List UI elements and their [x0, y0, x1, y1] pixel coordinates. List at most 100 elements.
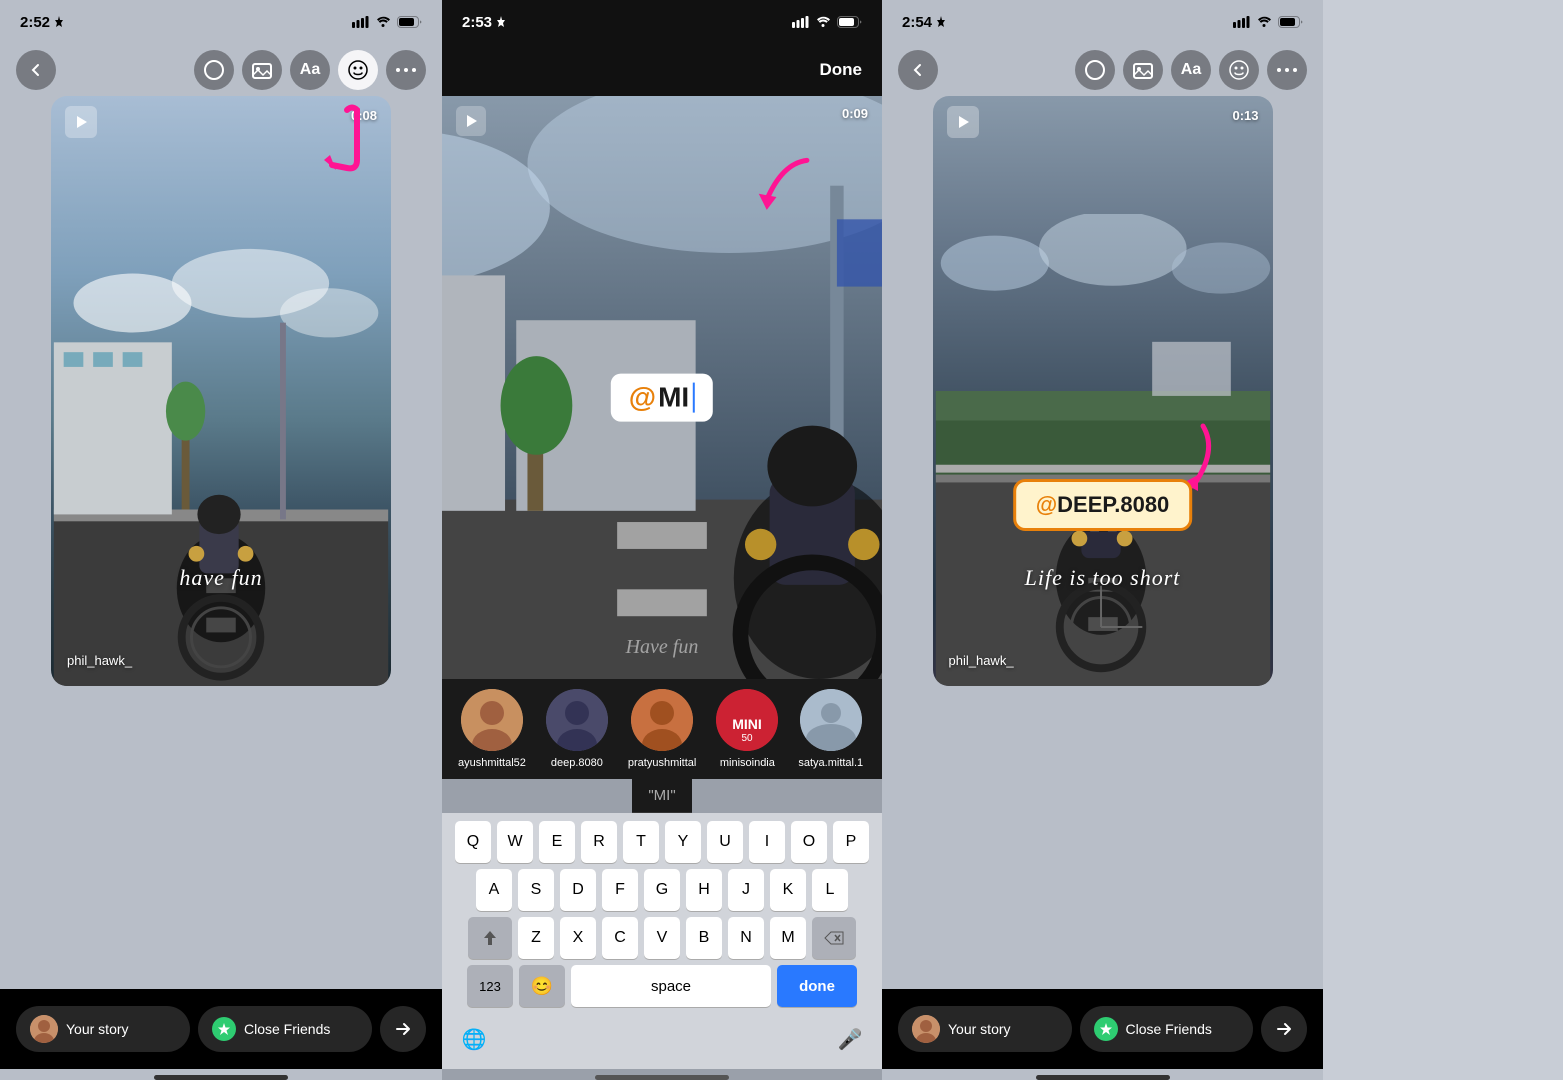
suggestion-pratyush[interactable]: pratyushmittal — [628, 689, 696, 769]
key-y[interactable]: Y — [665, 821, 701, 863]
circle-icon-btn-r[interactable] — [1075, 50, 1115, 90]
status-icons-right — [1233, 16, 1303, 28]
more-icon-btn-r[interactable] — [1267, 50, 1307, 90]
gallery-icon-btn[interactable] — [242, 50, 282, 90]
key-b[interactable]: B — [686, 917, 722, 959]
green-star-left — [212, 1017, 236, 1041]
circle-icon-btn[interactable] — [194, 50, 234, 90]
story-duration-mid: 0:09 — [842, 106, 868, 121]
close-friends-label-left: Close Friends — [244, 1021, 330, 1037]
keyboard-bottom-row: 123 😊 space done — [446, 965, 878, 1007]
status-bar-mid: 2:53 — [442, 0, 882, 44]
story-avatar-right — [912, 1015, 940, 1043]
your-story-btn-left[interactable]: Your story — [16, 1006, 190, 1052]
send-btn-right[interactable] — [1261, 1006, 1307, 1052]
toolbar-left: Aa — [0, 44, 442, 96]
key-delete[interactable] — [812, 917, 856, 959]
sticker-icon-btn[interactable] — [338, 50, 378, 90]
key-space[interactable]: space — [571, 965, 771, 1007]
story-duration-right: 0:13 — [1232, 108, 1258, 123]
story-avatar-left — [30, 1015, 58, 1043]
key-w[interactable]: W — [497, 821, 533, 863]
key-done[interactable]: done — [777, 965, 857, 1007]
mid-panel: 2:53 Done — [442, 0, 882, 1080]
story-text-right: Life is too short — [933, 565, 1273, 591]
suggestion-deep8080[interactable]: deep.8080 — [546, 689, 608, 769]
key-q[interactable]: Q — [455, 821, 491, 863]
key-d[interactable]: D — [560, 869, 596, 911]
key-e[interactable]: E — [539, 821, 575, 863]
status-time-right: 2:54 — [902, 14, 946, 31]
keyboard-row1: Q W E R T Y U I O P — [446, 821, 878, 863]
story-card-mid: 0:09 Have fun @ MI — [442, 96, 882, 679]
key-o[interactable]: O — [791, 821, 827, 863]
key-s[interactable]: S — [518, 869, 554, 911]
key-t[interactable]: T — [623, 821, 659, 863]
mic-icon[interactable]: 🎤 — [830, 1019, 870, 1059]
suggestion-ayushmittal[interactable]: ayushmittal52 — [458, 689, 526, 769]
key-shift[interactable] — [468, 917, 512, 959]
keyboard-extra-row: 🌐 🎤 — [446, 1013, 878, 1065]
key-h[interactable]: H — [686, 869, 722, 911]
toolbar-mid: Done — [442, 44, 882, 96]
back-button-left[interactable] — [16, 50, 56, 90]
pink-arrow-left — [302, 100, 362, 185]
status-bar-right: 2:54 — [882, 0, 1323, 44]
close-friends-btn-left[interactable]: Close Friends — [198, 1006, 372, 1052]
key-123[interactable]: 123 — [467, 965, 513, 1007]
mention-tag-right[interactable]: @DEEP.8080 — [1013, 479, 1193, 531]
story-text-mid: Have fun — [442, 636, 882, 659]
key-c[interactable]: C — [602, 917, 638, 959]
suggestion-satya[interactable]: satya.mittal.1 — [798, 689, 863, 769]
key-g[interactable]: G — [644, 869, 680, 911]
story-text-left: have fun — [51, 565, 391, 591]
suggestion-hint: "MI" — [632, 779, 691, 813]
more-icon-btn[interactable] — [386, 50, 426, 90]
status-time-left: 2:52 — [20, 14, 64, 31]
key-z[interactable]: Z — [518, 917, 554, 959]
toolbar-icons-left: Aa — [194, 50, 426, 90]
key-n[interactable]: N — [728, 917, 764, 959]
story-username-right: phil_hawk_ — [949, 653, 1014, 668]
send-btn-left[interactable] — [380, 1006, 426, 1052]
right-panel: 2:54 Aa — [882, 0, 1323, 1080]
key-p[interactable]: P — [833, 821, 869, 863]
done-button-mid[interactable]: Done — [816, 52, 867, 88]
text-icon-btn[interactable]: Aa — [290, 50, 330, 90]
key-emoji[interactable]: 😊 — [519, 965, 565, 1007]
home-indicator-left — [154, 1075, 288, 1080]
key-r[interactable]: R — [581, 821, 617, 863]
home-indicator-mid — [595, 1075, 729, 1080]
key-k[interactable]: K — [770, 869, 806, 911]
key-a[interactable]: A — [476, 869, 512, 911]
mention-tag-mid[interactable]: @ MI — [611, 373, 713, 421]
key-m[interactable]: M — [770, 917, 806, 959]
key-j[interactable]: J — [728, 869, 764, 911]
back-button-right[interactable] — [898, 50, 938, 90]
your-story-label-left: Your story — [66, 1021, 129, 1037]
bottom-bar-left: Your story Close Friends — [0, 989, 442, 1069]
your-story-label-right: Your story — [948, 1021, 1011, 1037]
left-panel: 2:52 Aa — [0, 0, 442, 1080]
key-u[interactable]: U — [707, 821, 743, 863]
close-friends-btn-right[interactable]: Close Friends — [1080, 1006, 1254, 1052]
story-play-icon-left — [65, 106, 97, 138]
key-f[interactable]: F — [602, 869, 638, 911]
sticker-icon-btn-r[interactable] — [1219, 50, 1259, 90]
story-card-right: 0:13 Life is too short phil_hawk_ @DEEP.… — [933, 96, 1273, 686]
suggestion-miniso[interactable]: MINI50 minisoindia — [716, 689, 778, 769]
globe-icon[interactable]: 🌐 — [454, 1019, 494, 1059]
text-icon-btn-r[interactable]: Aa — [1171, 50, 1211, 90]
key-i[interactable]: I — [749, 821, 785, 863]
your-story-btn-right[interactable]: Your story — [898, 1006, 1072, 1052]
story-username-left: phil_hawk_ — [67, 653, 132, 668]
toolbar-right: Aa — [882, 44, 1323, 96]
key-x[interactable]: X — [560, 917, 596, 959]
gallery-icon-btn-r[interactable] — [1123, 50, 1163, 90]
story-play-mid — [456, 106, 486, 136]
key-l[interactable]: L — [812, 869, 848, 911]
suggestions-row: ayushmittal52 deep.8080 pratyushmittal M… — [442, 679, 882, 779]
key-v[interactable]: V — [644, 917, 680, 959]
status-icons-left — [352, 16, 422, 28]
home-indicator-right — [1036, 1075, 1170, 1080]
